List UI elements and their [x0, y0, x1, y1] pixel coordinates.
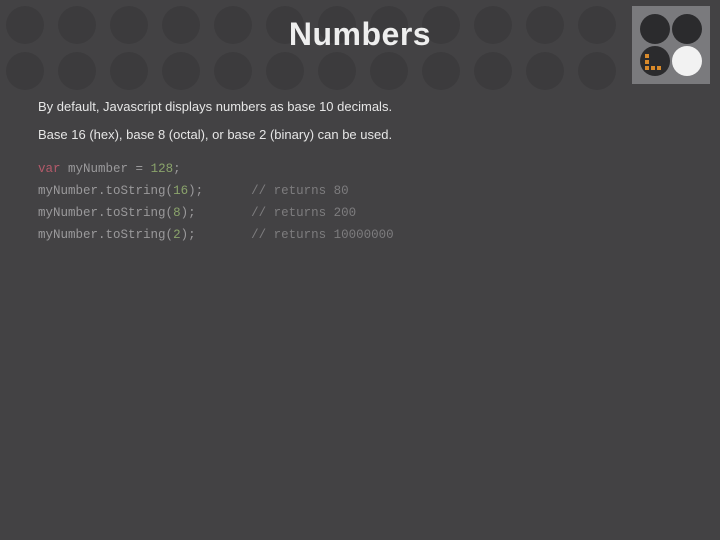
- code-identifier: myNumber: [68, 162, 128, 176]
- code-line-3: myNumber.toString(8); // returns 200: [38, 206, 356, 220]
- code-line-4: myNumber.toString(2); // returns 1000000…: [38, 228, 394, 242]
- slide-body: By default, Javascript displays numbers …: [38, 98, 682, 247]
- paragraph-1: By default, Javascript displays numbers …: [38, 98, 682, 116]
- code-function: toString: [106, 228, 166, 242]
- code-function: toString: [106, 206, 166, 220]
- code-comment: // returns 80: [251, 184, 349, 198]
- code-line-2: myNumber.toString(16);// returns 80: [38, 184, 349, 198]
- code-block: var myNumber = 128; myNumber.toString(16…: [38, 159, 682, 247]
- code-keyword: var: [38, 162, 61, 176]
- slide-title: Numbers: [0, 16, 720, 53]
- code-number: 128: [151, 162, 174, 176]
- code-number: 2: [173, 228, 181, 242]
- code-number: 16: [173, 184, 188, 198]
- decorative-dots-row-2: [0, 52, 616, 90]
- code-comment: // returns 10000000: [251, 228, 394, 242]
- code-comment: // returns 200: [251, 206, 356, 220]
- code-number: 8: [173, 206, 181, 220]
- code-function: toString: [106, 184, 166, 198]
- code-line-1: var myNumber = 128;: [38, 162, 181, 176]
- paragraph-2: Base 16 (hex), base 8 (octal), or base 2…: [38, 126, 682, 144]
